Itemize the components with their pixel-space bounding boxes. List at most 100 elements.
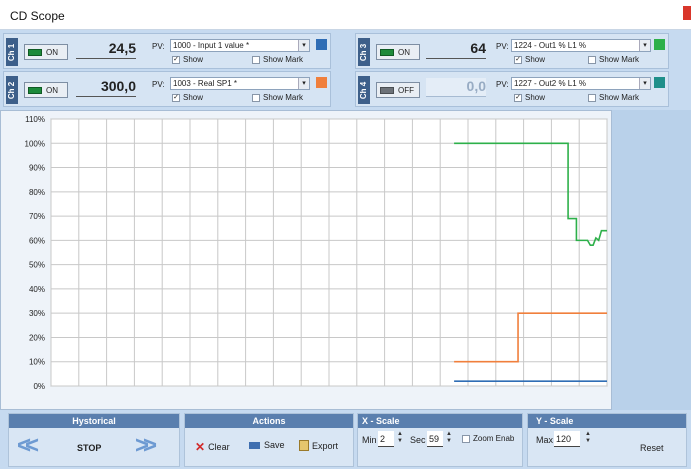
double-chevron-left-icon: << [17, 432, 39, 459]
channel-2-color-swatch[interactable] [316, 77, 327, 88]
plot-panel: 110% 100% 90% 80% 70% 60% 50% 40% 30% 20% 10% 0% [0, 110, 612, 410]
window-title: CD Scope [10, 9, 65, 23]
channel-4-color-swatch[interactable] [654, 77, 665, 88]
sec-label: Sec [410, 435, 426, 445]
sec-stepper[interactable]: ▲ ▼ [445, 431, 453, 447]
xscale-header: X - Scale [358, 414, 522, 428]
save-icon [249, 441, 260, 449]
y-tick-label: 20% [29, 333, 45, 342]
scope-chart[interactable]: 110% 100% 90% 80% 70% 60% 50% 40% 30% 20% 10% 0% [1, 111, 613, 411]
min-stepper[interactable]: ▲ ▼ [396, 431, 404, 447]
channel-4-value: 0,0 [426, 78, 486, 97]
led-icon [28, 48, 42, 56]
channel-1-value: 24,5 [76, 40, 136, 59]
led-icon [380, 48, 394, 56]
channel-2-label: Ch 2 [6, 76, 18, 104]
y-tick-label: 70% [29, 212, 45, 221]
actions-section: Actions ✕ Clear Save Export [184, 413, 354, 467]
channel-4-show-checkbox[interactable]: ✓ Show [514, 93, 545, 102]
chevron-down-icon: ▾ [639, 78, 650, 89]
channel-1-pv-select[interactable]: 1000 - Input 1 value * ▾ [170, 39, 310, 52]
max-label: Max [536, 435, 554, 445]
channel-3-toggle[interactable]: ON [376, 44, 420, 60]
channel-4-pv-select[interactable]: 1227 - Out2 % L1 % ▾ [511, 77, 651, 90]
channel-1-color-swatch[interactable] [316, 39, 327, 50]
sec-input[interactable]: 59 [427, 431, 443, 447]
yscale-section: Y - Scale Max 120 ▲ ▼ Reset [527, 413, 687, 467]
min-input[interactable]: 2 [378, 431, 394, 447]
history-back-button[interactable]: << [17, 432, 39, 460]
channel-2-toggle[interactable]: ON [24, 82, 68, 98]
reset-button[interactable]: Reset [640, 443, 664, 453]
channel-3-color-swatch[interactable] [654, 39, 665, 50]
y-tick-label: 80% [29, 188, 45, 197]
channel-3-label: Ch 3 [358, 38, 370, 66]
channel-3-show-checkbox[interactable]: ✓ Show [514, 55, 545, 64]
export-icon [299, 440, 309, 451]
channel-3-panel: Ch 3 ON 64 PV: 1224 - Out1 % L1 % ▾ ✓ Show… [355, 33, 669, 69]
close-icon[interactable] [683, 6, 691, 20]
channel-3-value: 64 [426, 40, 486, 59]
channel-2-pv-label: PV: [152, 80, 165, 89]
checkbox-icon: ✓ [514, 55, 522, 64]
close-icon: ✕ [195, 440, 206, 454]
channel-4-toggle[interactable]: OFF [376, 82, 420, 98]
y-tick-label: 90% [29, 164, 45, 173]
checkbox-icon: ✓ [514, 93, 522, 102]
y-tick-label: 100% [25, 139, 45, 148]
checkbox-icon [462, 434, 470, 443]
actions-header: Actions [185, 414, 353, 428]
y-tick-label: 60% [29, 236, 45, 245]
channel-1-toggle[interactable]: ON [24, 44, 68, 60]
y-tick-label: 0% [33, 382, 45, 391]
channel-4-panel: Ch 4 OFF 0,0 PV: 1227 - Out2 % L1 % ▾ ✓ Sh… [355, 71, 669, 107]
channel-4-showmark-checkbox[interactable]: Show Mark [588, 93, 639, 102]
led-icon [380, 86, 394, 94]
export-button[interactable]: Export [299, 440, 338, 451]
zoom-enable-checkbox[interactable]: Zoom Enab [462, 434, 514, 443]
stepper-up-icon: ▲ [585, 431, 591, 437]
stop-button[interactable]: STOP [77, 443, 101, 453]
channel-1-panel: Ch 1 ON 24,5 PV: 1000 - Input 1 value * ▾… [3, 33, 331, 69]
max-stepper[interactable]: ▲ ▼ [584, 431, 592, 447]
checkbox-icon [588, 55, 596, 64]
y-tick-label: 40% [29, 285, 45, 294]
right-side-panel [612, 110, 691, 410]
channel-2-pv-select[interactable]: 1003 - Real SP1 * ▾ [170, 77, 310, 90]
channel-1-showmark-checkbox[interactable]: Show Mark [252, 55, 303, 64]
chevron-down-icon: ▾ [298, 40, 309, 51]
channel-1-show-checkbox[interactable]: ✓ Show [172, 55, 203, 64]
checkbox-icon [252, 93, 260, 102]
checkbox-icon [252, 55, 260, 64]
save-button[interactable]: Save [249, 440, 285, 450]
checkbox-icon: ✓ [172, 55, 180, 64]
clear-button[interactable]: ✕ Clear [195, 440, 230, 454]
stepper-down-icon: ▼ [446, 438, 452, 444]
channel-2-showmark-checkbox[interactable]: Show Mark [252, 93, 303, 102]
channel-3-showmark-checkbox[interactable]: Show Mark [588, 55, 639, 64]
max-input[interactable]: 120 [554, 431, 580, 447]
channel-2-panel: Ch 2 ON 300,0 PV: 1003 - Real SP1 * ▾ ✓ Sh… [3, 71, 331, 107]
checkbox-icon [588, 93, 596, 102]
stepper-up-icon: ▲ [397, 431, 403, 437]
double-chevron-right-icon: >> [135, 432, 157, 459]
historical-section: Hystorical << STOP >> [8, 413, 180, 467]
channel-3-pv-select[interactable]: 1224 - Out1 % L1 % ▾ [511, 39, 651, 52]
min-label: Min [362, 435, 377, 445]
chevron-down-icon: ▾ [298, 78, 309, 89]
channel-2-show-checkbox[interactable]: ✓ Show [172, 93, 203, 102]
stepper-down-icon: ▼ [585, 438, 591, 444]
led-icon [28, 86, 42, 94]
historical-header: Hystorical [9, 414, 179, 428]
history-forward-button[interactable]: >> [135, 432, 157, 460]
yscale-header: Y - Scale [528, 414, 686, 428]
y-tick-label: 10% [29, 358, 45, 367]
channel-4-pv-label: PV: [496, 80, 509, 89]
stepper-down-icon: ▼ [397, 438, 403, 444]
checkbox-icon: ✓ [172, 93, 180, 102]
channel-1-pv-label: PV: [152, 42, 165, 51]
channel-1-label: Ch 1 [6, 38, 18, 66]
title-bar: CD Scope [0, 0, 691, 30]
channel-3-pv-label: PV: [496, 42, 509, 51]
y-tick-label: 30% [29, 309, 45, 318]
